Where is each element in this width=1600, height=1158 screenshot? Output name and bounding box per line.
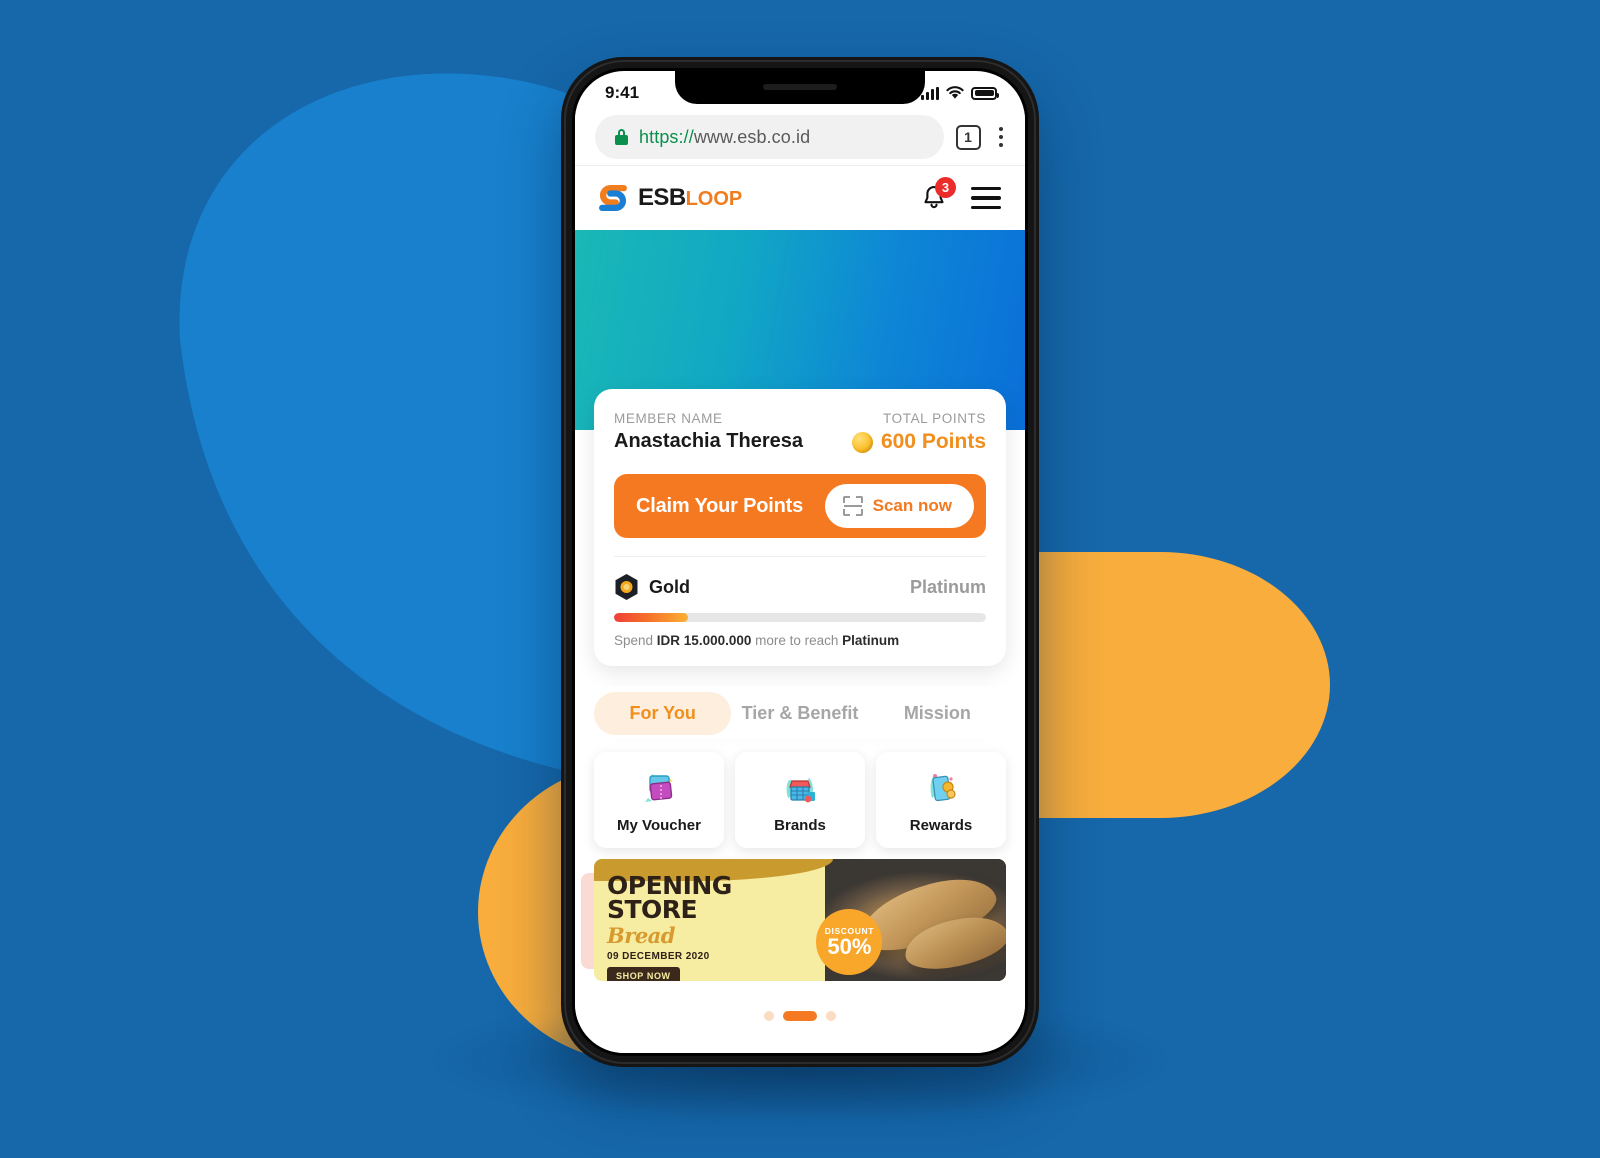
- logo-text-esb: ESB: [638, 184, 686, 211]
- scan-now-label: Scan now: [872, 496, 952, 515]
- kebab-menu-icon[interactable]: [993, 125, 1010, 150]
- rewards-phone-coins-icon: [930, 774, 956, 802]
- spend-prefix: Spend: [614, 633, 657, 648]
- battery-icon: [971, 86, 999, 100]
- total-points-label: TOTAL POINTS: [883, 411, 986, 426]
- url-scheme: https://: [639, 126, 694, 147]
- quick-action-label: Brands: [774, 817, 826, 834]
- lock-icon: [615, 129, 628, 145]
- scan-now-button[interactable]: Scan now: [824, 484, 974, 528]
- phone-mockup: 9:41 https://www.esb.co.id 1 ESBLOOP 3 M…: [561, 57, 1039, 1067]
- orange-blob-right: [780, 552, 1330, 818]
- url-bar[interactable]: https://www.esb.co.id: [595, 115, 944, 159]
- tab-for-you[interactable]: For You: [594, 691, 732, 735]
- phone-bezel: 9:41 https://www.esb.co.id 1 ESBLOOP 3 M…: [572, 68, 1028, 1056]
- banner-discount-badge: DISCOUNT 50%: [816, 909, 883, 975]
- url-text: https://www.esb.co.id: [639, 127, 810, 148]
- member-name-value: Anastachia Theresa: [614, 430, 803, 452]
- spend-amount: IDR 15.000.000: [656, 633, 752, 648]
- tier-progress-fill: [614, 613, 689, 622]
- notification-badge: 3: [935, 177, 956, 198]
- browser-toolbar: https://www.esb.co.id 1: [575, 111, 1025, 173]
- status-time: 9:41: [605, 83, 640, 102]
- spend-requirement-note: Spend IDR 15.000.000 more to reach Plati…: [614, 633, 986, 648]
- page-background: 9:41 https://www.esb.co.id 1 ESBLOOP 3 M…: [0, 0, 1600, 1158]
- phone-notch: [675, 71, 925, 104]
- quick-action-label: My Voucher: [617, 817, 701, 834]
- app-viewport: ESBLOOP 3 MEMBER NAME Anastachia Theresa…: [575, 165, 1025, 1053]
- banner-date: 09 DECEMBER 2020: [607, 950, 710, 962]
- current-tier-label: Gold: [649, 576, 690, 597]
- banner-script-word: Bread: [607, 922, 675, 948]
- gold-tier-hexagon-icon: [615, 574, 638, 600]
- claim-points-banner[interactable]: Claim Your Points Scan now: [614, 474, 986, 538]
- logo-wordmark: ESBLOOP: [638, 186, 742, 210]
- promo-banner-slide[interactable]: OPENING STORE Bread 09 DECEMBER 2020 SHO…: [594, 859, 1006, 981]
- content-tabs: For You Tier & Benefit Mission: [594, 687, 1006, 739]
- coin-icon: [851, 431, 873, 453]
- quick-action-my-voucher[interactable]: My Voucher: [594, 752, 724, 848]
- storefront-brands-icon: [786, 778, 815, 803]
- claim-points-label: Claim Your Points: [636, 494, 804, 517]
- voucher-ticket-icon: [645, 774, 673, 802]
- wifi-icon: [946, 86, 964, 99]
- next-tier-label: Platinum: [909, 576, 986, 597]
- notification-button[interactable]: 3: [919, 177, 956, 213]
- url-host: www.esb.co.id: [693, 126, 811, 147]
- carousel-dots: [575, 1011, 1025, 1021]
- carousel-dot-active[interactable]: [783, 1011, 817, 1021]
- tier-progress-bar: [614, 613, 986, 622]
- esb-loop-logo-icon: [599, 184, 627, 212]
- spend-middle: more to reach: [751, 633, 843, 648]
- promo-carousel: OPENING STORE Bread 09 DECEMBER 2020 SHO…: [581, 859, 1006, 981]
- tab-tier-benefit[interactable]: Tier & Benefit: [731, 692, 868, 735]
- spend-target-tier: Platinum: [842, 633, 900, 648]
- logo-text-loop: LOOP: [685, 188, 743, 210]
- esb-loop-logo[interactable]: ESBLOOP: [595, 180, 742, 216]
- banner-text-block: OPENING STORE Bread 09 DECEMBER 2020 SHO…: [607, 873, 732, 981]
- tab-mission[interactable]: Mission: [869, 692, 1006, 735]
- hamburger-menu-icon[interactable]: [971, 186, 1001, 210]
- carousel-dot[interactable]: [764, 1011, 774, 1021]
- quick-actions-row: My Voucher Brands Rewards: [594, 752, 1006, 848]
- banner-shop-now-button[interactable]: SHOP NOW: [607, 966, 680, 981]
- quick-action-label: Rewards: [909, 817, 973, 834]
- qr-scan-icon: [842, 496, 863, 516]
- member-name-label: MEMBER NAME: [614, 411, 723, 426]
- app-header: ESBLOOP 3: [575, 165, 1025, 230]
- carousel-dot[interactable]: [826, 1011, 836, 1021]
- member-card: MEMBER NAME Anastachia Theresa TOTAL POI…: [594, 389, 1006, 666]
- earpiece-speaker: [763, 84, 837, 90]
- banner-line2: STORE: [607, 894, 698, 924]
- points-value: 600 Points: [880, 430, 986, 453]
- discount-value: 50%: [827, 934, 872, 959]
- total-points-row: 600 Points: [851, 430, 986, 454]
- quick-action-brands[interactable]: Brands: [735, 752, 865, 848]
- tab-count-button[interactable]: 1: [955, 124, 981, 150]
- card-divider: [614, 556, 986, 557]
- phone-screen: 9:41 https://www.esb.co.id 1 ESBLOOP 3 M…: [575, 71, 1025, 1053]
- quick-action-rewards[interactable]: Rewards: [876, 752, 1006, 848]
